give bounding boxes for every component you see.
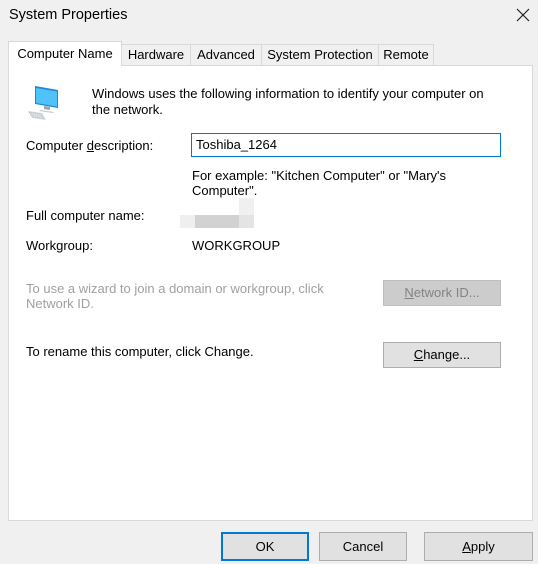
full-computer-name-label: Full computer name: — [26, 208, 145, 223]
network-id-button[interactable]: Network ID... — [383, 280, 501, 306]
tab-remote[interactable]: Remote — [378, 44, 434, 65]
rename-text: To rename this computer, click Change. — [26, 344, 254, 359]
tab-system-protection[interactable]: System Protection — [261, 44, 379, 65]
intro-text: Windows uses the following information t… — [92, 86, 484, 117]
window-title: System Properties — [9, 7, 128, 23]
close-icon — [516, 8, 530, 22]
full-computer-name-value-redacted — [180, 198, 258, 228]
wizard-text: To use a wizard to join a domain or work… — [26, 281, 324, 311]
example-text: For example: "Kitchen Computer" or "Mary… — [192, 168, 447, 198]
description-label: Computer description: — [26, 138, 154, 153]
workgroup-label: Workgroup: — [26, 238, 93, 253]
workgroup-value: WORKGROUP — [192, 238, 281, 253]
tab-hardware[interactable]: Hardware — [121, 44, 191, 65]
change-button[interactable]: Change... — [383, 342, 501, 368]
close-button[interactable] — [512, 4, 534, 26]
tab-computer-name[interactable]: Computer Name — [8, 41, 122, 66]
apply-button[interactable]: Apply — [424, 532, 533, 561]
computer-description-input[interactable]: Toshiba_1264 — [191, 133, 501, 157]
tab-advanced[interactable]: Advanced — [190, 44, 262, 65]
cancel-button[interactable]: Cancel — [319, 532, 407, 561]
computer-icon — [26, 84, 66, 125]
ok-button[interactable]: OK — [221, 532, 309, 561]
